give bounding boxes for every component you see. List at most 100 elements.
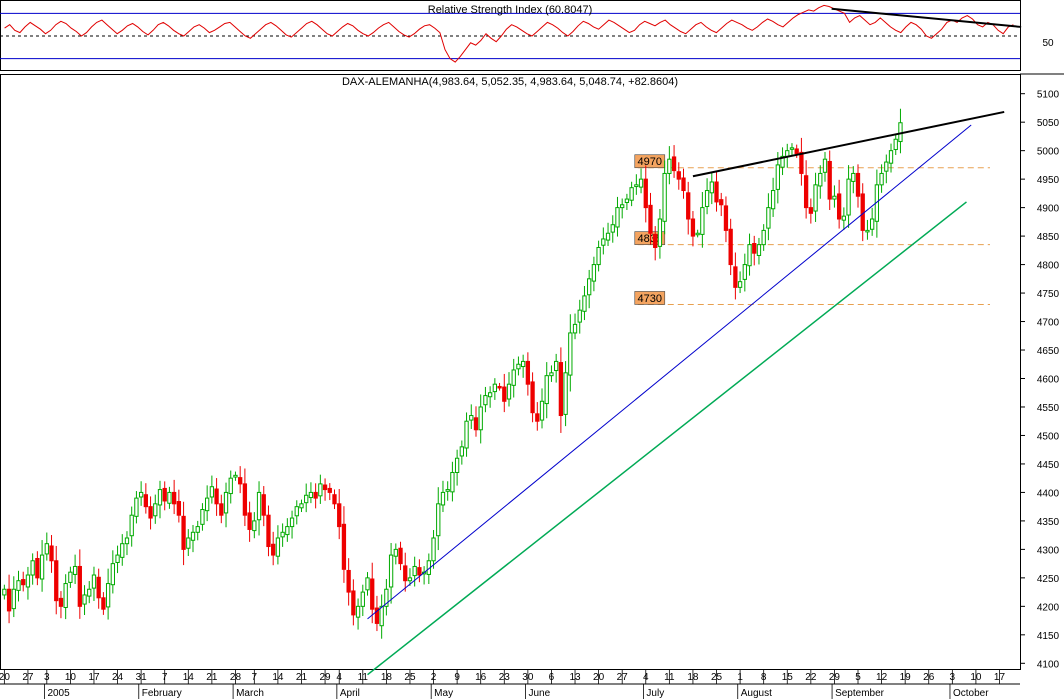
- x-tick-label: 25: [404, 672, 416, 683]
- rsi-title: Relative Strength Index (60.8047): [428, 4, 593, 16]
- x-tick-label: 3: [950, 672, 956, 683]
- month-label: August: [741, 688, 772, 699]
- candle-body: [120, 543, 125, 558]
- candle-body: [318, 483, 323, 497]
- x-tick-label: 26: [923, 672, 935, 683]
- x-tick-label: 11: [358, 672, 369, 683]
- rsi-trendline: [831, 7, 1022, 28]
- trend-lines: [367, 110, 1005, 676]
- candle-body: [822, 158, 828, 173]
- x-tick-label: 29: [829, 672, 841, 683]
- candle-body: [520, 360, 526, 368]
- month-label: July: [646, 688, 664, 699]
- candle-body: [653, 233, 658, 248]
- x-tick-label: 31: [136, 672, 148, 683]
- candle-body: [341, 523, 347, 570]
- candle-body: [58, 597, 64, 607]
- candle-body: [16, 580, 21, 591]
- candle-body: [304, 494, 309, 504]
- candle-body: [256, 491, 262, 521]
- candle-body: [332, 494, 337, 505]
- candle-body: [11, 588, 16, 610]
- candle-body: [355, 605, 361, 618]
- candle-body: [469, 415, 474, 421]
- candle-body: [72, 565, 78, 575]
- candle-body: [554, 360, 559, 372]
- x-tick-label: 17: [88, 672, 100, 683]
- y-tick-label: 4600: [1037, 375, 1060, 386]
- candle-body: [761, 229, 766, 246]
- candle-body: [233, 474, 238, 478]
- candle-body: [714, 181, 719, 203]
- candle-body: [459, 446, 464, 457]
- candle-body: [337, 503, 342, 528]
- candle-body: [667, 158, 672, 174]
- candle-body: [190, 531, 196, 541]
- x-tick-label: 8: [761, 672, 767, 683]
- candle-body: [690, 218, 696, 237]
- candle-body: [39, 554, 45, 580]
- x-tick-label: 2: [431, 672, 437, 683]
- candle-body: [615, 207, 620, 228]
- x-tick-label: 12: [876, 672, 888, 683]
- candle-body: [450, 471, 455, 493]
- candle-body: [535, 413, 540, 422]
- candle-body: [445, 489, 450, 492]
- candle-body: [115, 554, 120, 563]
- candle-body: [582, 295, 587, 312]
- candle-body: [266, 514, 271, 548]
- candle-body: [549, 372, 554, 377]
- candle-body: [407, 577, 413, 582]
- x-tick-label: 21: [296, 672, 308, 683]
- x-tick-label: 30: [522, 672, 534, 683]
- candle-body: [747, 244, 752, 267]
- candle-body: [393, 548, 398, 557]
- x-tick-label: 24: [112, 672, 124, 683]
- candle-body: [558, 362, 564, 417]
- candle-body: [214, 488, 219, 505]
- candle-body: [54, 560, 59, 602]
- x-tick-label: 20: [593, 672, 605, 683]
- candle-body: [865, 229, 870, 233]
- candle-body: [205, 497, 210, 512]
- candle-body: [794, 148, 799, 155]
- candle-body: [360, 591, 365, 607]
- candle-body: [181, 515, 186, 550]
- candle-body: [870, 218, 875, 230]
- candle-body: [752, 243, 757, 254]
- month-label: September: [835, 688, 885, 699]
- candle-body: [568, 332, 573, 376]
- candle-body: [209, 486, 215, 498]
- y-tick-label: 5000: [1037, 147, 1060, 158]
- candle-body: [87, 588, 92, 597]
- candle-body: [68, 571, 73, 583]
- candle-body: [497, 385, 502, 389]
- y-tick-label: 4850: [1037, 232, 1060, 243]
- candle-body: [454, 457, 460, 473]
- candle-body: [157, 489, 163, 506]
- x-tick-label: 28: [230, 672, 242, 683]
- y-tick-label: 4150: [1037, 631, 1060, 642]
- y-tick-label: 4100: [1037, 659, 1060, 670]
- candle-body: [686, 192, 691, 220]
- candle-body: [813, 184, 818, 212]
- candle-body: [832, 195, 837, 200]
- candle-body: [96, 576, 101, 599]
- x-tick-label: 23: [499, 672, 511, 683]
- candle-body: [299, 503, 304, 509]
- candle-body: [851, 172, 856, 182]
- candle-body: [657, 218, 663, 247]
- x-tick-label: 5: [855, 672, 861, 683]
- candle-body: [105, 583, 111, 608]
- candle-body: [464, 420, 469, 449]
- x-tick-label: 22: [805, 672, 817, 683]
- candle-body: [91, 574, 97, 589]
- candle-body: [228, 477, 233, 495]
- candle-body: [308, 491, 314, 499]
- price-title: DAX-ALEMANHA(4,983.64, 5,052.35, 4,983.6…: [342, 76, 678, 88]
- x-tick-label: 15: [782, 672, 794, 683]
- candle-body: [723, 205, 729, 231]
- x-tick-label: 6: [549, 672, 555, 683]
- candle-body: [671, 156, 677, 172]
- candle-body: [544, 375, 549, 405]
